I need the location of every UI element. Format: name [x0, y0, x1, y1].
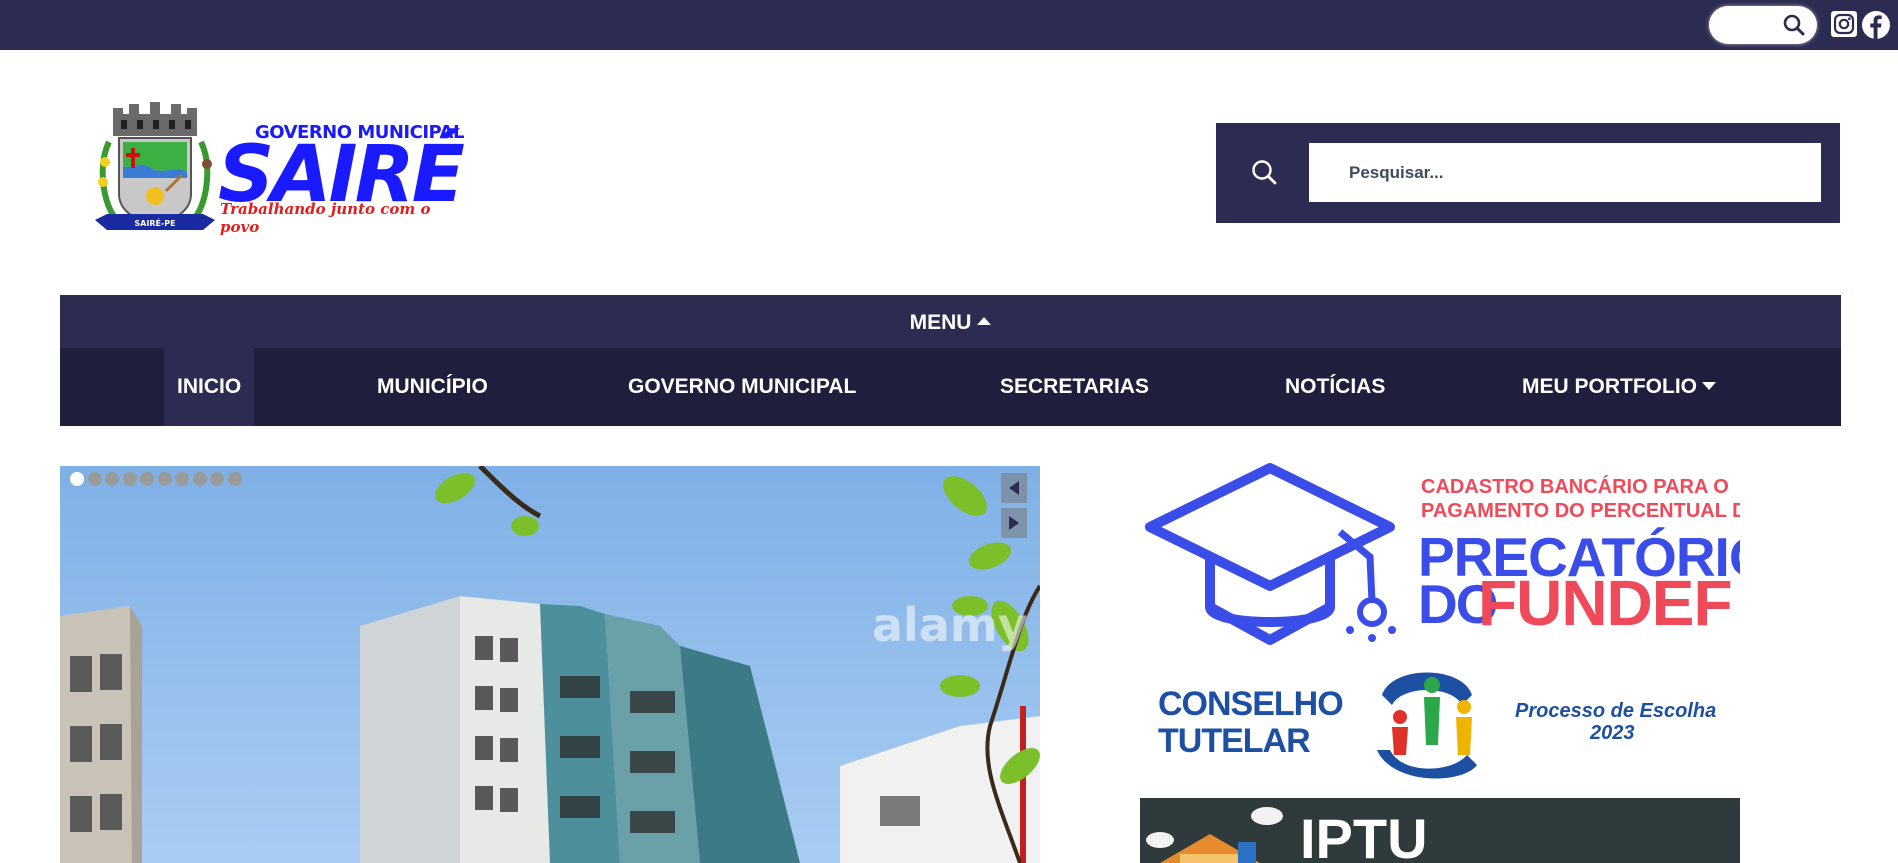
- slider-dot[interactable]: [210, 472, 224, 486]
- instagram-icon[interactable]: [1831, 11, 1857, 37]
- conselho-line1: CONSELHO: [1158, 685, 1344, 723]
- conselho-line2: TUTELAR: [1158, 722, 1311, 760]
- watermark-text: alamy: [872, 598, 1028, 652]
- menu-toggle-button[interactable]: MENU: [910, 311, 992, 335]
- slider-dot[interactable]: [87, 472, 102, 486]
- iptu-label: IPTU: [1300, 807, 1428, 863]
- menu-header: MENU: [60, 295, 1841, 348]
- banner-conselho-tutelar[interactable]: CONSELHO TUTELAR Processo de Escolha 202…: [1140, 650, 1740, 785]
- nav-item-secretarias[interactable]: SECRETARIAS: [1000, 348, 1149, 426]
- graduation-cap-icon: [1145, 463, 1396, 645]
- facebook-icon[interactable]: [1861, 10, 1891, 40]
- slider-dot[interactable]: [140, 472, 154, 486]
- nav-item-noticias[interactable]: NOTÍCIAS: [1285, 348, 1385, 426]
- top-search-field[interactable]: [1709, 6, 1817, 44]
- fundef-line2: PAGAMENTO DO PERCENTUAL DO: [1421, 500, 1740, 522]
- slider-prev-button[interactable]: [1001, 473, 1027, 503]
- site-logo[interactable]: SAIRÉ-PE GOVERNO MUNICIPAL SAIRÉ Trabalh…: [95, 102, 470, 238]
- fundef-line1: CADASTRO BANCÁRIO PARA O: [1421, 476, 1729, 498]
- slider-next-button[interactable]: [1001, 508, 1027, 538]
- nav-item-label: INICIO: [177, 375, 242, 398]
- top-bar: [0, 0, 1898, 50]
- slider-dot[interactable]: [70, 472, 84, 486]
- slider-dot[interactable]: [175, 472, 189, 486]
- nav-item-meu-portfolio[interactable]: MEU PORTFOLIO: [1522, 348, 1716, 426]
- seal-ribbon-text: SAIRÉ-PE: [134, 217, 175, 228]
- search-input[interactable]: [1309, 143, 1821, 202]
- fundef-title: FUNDEF: [1478, 567, 1733, 639]
- slider-dot[interactable]: [157, 472, 172, 486]
- chevron-right-icon: [1009, 516, 1019, 530]
- banner-precatorio-fundef[interactable]: CADASTRO BANCÁRIO PARA O PAGAMENTO DO PE…: [1140, 462, 1740, 650]
- menu-toggle-label: MENU: [909, 311, 972, 334]
- house-icon: [1146, 807, 1283, 863]
- nav-item-municipio[interactable]: MUNICÍPIO: [377, 348, 488, 426]
- conselho-process-text: Processo de Escolha: [1515, 700, 1717, 722]
- search-icon: [1252, 160, 1277, 185]
- nav-item-label: NOTÍCIAS: [1285, 375, 1386, 398]
- nav-item-inicio[interactable]: INICIO: [164, 348, 255, 426]
- image-slider[interactable]: alamy: [60, 466, 1040, 863]
- nav-item-label: MUNICÍPIO: [377, 375, 488, 398]
- search-button[interactable]: [1236, 143, 1292, 201]
- nav-item-label: MEU PORTFOLIO: [1522, 375, 1697, 398]
- search-icon[interactable]: [1783, 14, 1805, 36]
- caret-up-icon: [977, 317, 992, 325]
- main-nav: INICIO MUNICÍPIO GOVERNO MUNICIPAL SECRE…: [60, 348, 1841, 426]
- slider-pagination: [70, 472, 242, 486]
- nav-item-label: GOVERNO MUNICIPAL: [628, 375, 857, 398]
- municipal-seal-icon: SAIRÉ-PE: [95, 102, 215, 230]
- family-hands-icon: [1377, 672, 1477, 779]
- header-search: [1216, 123, 1840, 223]
- caret-down-icon: [1702, 382, 1716, 390]
- nav-item-governo-municipal[interactable]: GOVERNO MUNICIPAL: [628, 348, 856, 426]
- slider-dot[interactable]: [227, 472, 242, 486]
- slider-dot[interactable]: [192, 472, 207, 486]
- slider-dot[interactable]: [122, 472, 137, 486]
- chevron-left-icon: [1009, 481, 1019, 495]
- slider-dot[interactable]: [105, 472, 119, 486]
- conselho-year: 2023: [1590, 722, 1635, 744]
- banner-iptu[interactable]: IPTU: [1140, 798, 1740, 863]
- slide-image: alamy: [60, 466, 1040, 863]
- logo-tagline: Trabalhando junto com o povo: [220, 200, 431, 236]
- nav-item-label: SECRETARIAS: [1000, 375, 1149, 398]
